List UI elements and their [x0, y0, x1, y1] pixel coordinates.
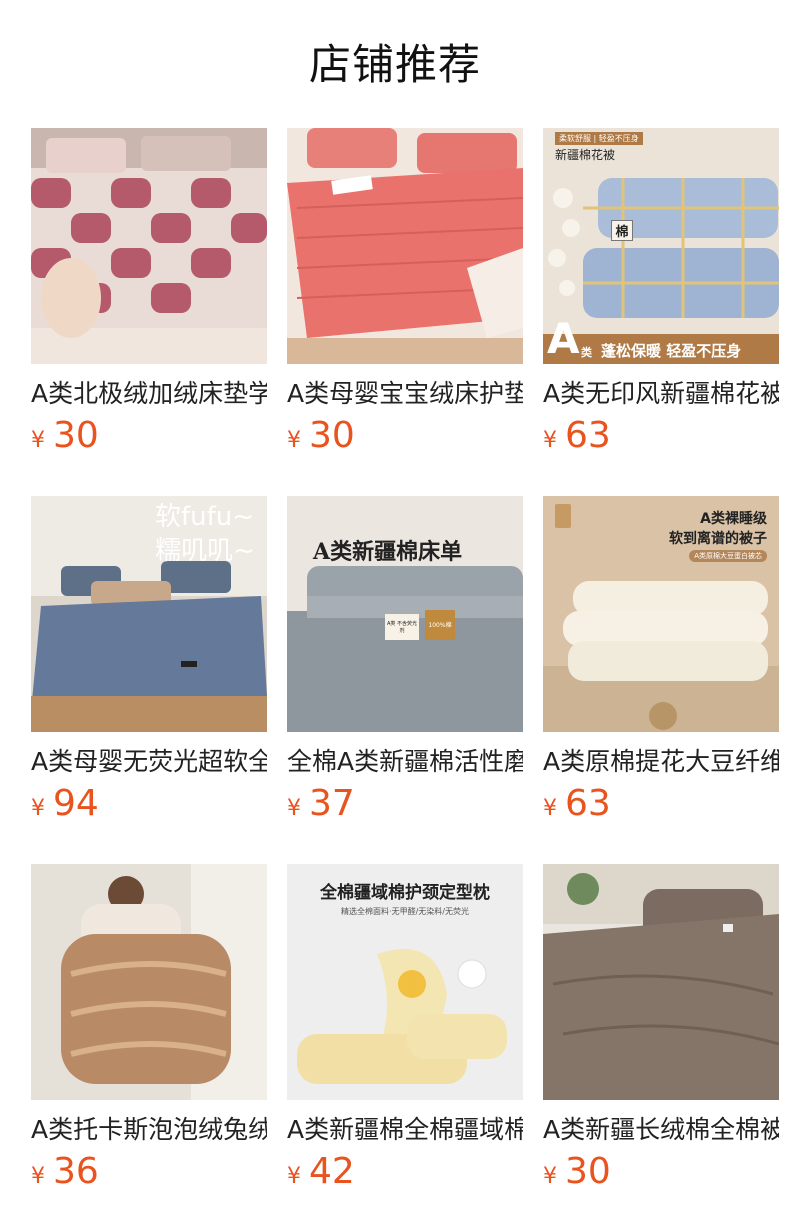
image-headline-2: 软到离谱的被子 — [669, 531, 767, 547]
product-image[interactable] — [31, 864, 267, 1100]
currency-symbol: ¥ — [31, 1164, 45, 1189]
product-card[interactable]: A类托卡斯泡泡绒兔绒 ¥36 — [31, 864, 267, 1198]
product-card[interactable]: A类北极绒加绒床垫学 ¥30 — [31, 128, 267, 462]
image-slogan-2: 糯叽叽~ — [155, 536, 255, 566]
product-price: ¥30 — [31, 416, 267, 462]
image-title: 新疆棉花被 — [555, 148, 616, 162]
price-value: 42 — [309, 1151, 355, 1192]
image-pill: A类原棉大豆蛋白被芯 — [689, 550, 767, 562]
product-price: ¥42 — [287, 1152, 523, 1198]
product-name[interactable]: A类无印风新疆棉花被 — [543, 378, 779, 410]
currency-symbol: ¥ — [543, 796, 557, 821]
image-banner: 蓬松保暖 轻盈不压身 — [601, 342, 742, 360]
product-card[interactable]: 软fufu~ 糯叽叽~ A类母婴无荧光超软全 ¥94 — [31, 496, 267, 830]
price-value: 36 — [53, 1151, 99, 1192]
price-value: 37 — [309, 783, 355, 824]
price-value: 63 — [565, 415, 611, 456]
currency-symbol: ¥ — [287, 1164, 301, 1189]
price-value: 30 — [309, 415, 355, 456]
price-value: 30 — [565, 1151, 611, 1192]
product-image[interactable]: 软fufu~ 糯叽叽~ — [31, 496, 267, 732]
currency-symbol: ¥ — [31, 796, 45, 821]
product-card[interactable]: A类新疆棉床单 A类 不含荧光剂 100%棉 全棉A类新疆棉活性磨 ¥37 — [287, 496, 523, 830]
product-card[interactable]: A类母婴宝宝绒床护垫 ¥30 — [287, 128, 523, 462]
image-title: 全棉疆域棉护颈定型枕 — [320, 883, 490, 903]
bedding-photo — [543, 864, 779, 1100]
product-price: ¥63 — [543, 784, 779, 830]
product-price: ¥30 — [543, 1152, 779, 1198]
product-name[interactable]: A类母婴宝宝绒床护垫 — [287, 378, 523, 410]
currency-symbol: ¥ — [287, 428, 301, 453]
image-label: A类 不含荧光剂 — [386, 621, 417, 634]
image-tag: 柔软舒服 | 轻盈不压身 — [555, 132, 643, 145]
product-image[interactable]: 全棉疆域棉护颈定型枕 精选全棉面料·无甲醛/无染料/无荧光 — [287, 864, 523, 1100]
product-image[interactable]: A类裸睡级 软到离谱的被子 A类原棉大豆蛋白被芯 — [543, 496, 779, 732]
currency-symbol: ¥ — [543, 428, 557, 453]
product-name[interactable]: A类母婴无荧光超软全 — [31, 746, 267, 778]
image-headline-1: A类裸睡级 — [700, 511, 767, 527]
currency-symbol: ¥ — [543, 1164, 557, 1189]
image-subtitle: 精选全棉面料·无甲醛/无染料/无荧光 — [341, 907, 469, 916]
product-price: ¥30 — [287, 416, 523, 462]
product-price: ¥94 — [31, 784, 267, 830]
image-title: A类新疆棉床单 — [313, 539, 463, 565]
product-price: ¥37 — [287, 784, 523, 830]
product-card[interactable]: 全棉疆域棉护颈定型枕 精选全棉面料·无甲醛/无染料/无荧光 A类新疆棉全棉疆域棉… — [287, 864, 523, 1198]
product-name[interactable]: A类托卡斯泡泡绒兔绒 — [31, 1114, 267, 1146]
product-price: ¥36 — [31, 1152, 267, 1198]
product-image[interactable] — [31, 128, 267, 364]
price-value: 63 — [565, 783, 611, 824]
product-name[interactable]: A类新疆长绒棉全棉被 — [543, 1114, 779, 1146]
section-title: 店铺推荐 — [308, 40, 481, 89]
product-name[interactable]: 全棉A类新疆棉活性磨 — [287, 746, 523, 778]
currency-symbol: ¥ — [31, 428, 45, 453]
product-price: ¥63 — [543, 416, 779, 462]
image-badge: 棉 — [611, 220, 633, 241]
price-value: 30 — [53, 415, 99, 456]
product-card[interactable]: A类新疆长绒棉全棉被 ¥30 — [543, 864, 779, 1198]
product-card[interactable]: 柔软舒服 | 轻盈不压身 新疆棉花被 棉 A 类 蓬松保暖 轻盈不压身 A类无印… — [543, 128, 779, 462]
product-name[interactable]: A类北极绒加绒床垫学 — [31, 378, 267, 410]
product-card[interactable]: A类裸睡级 软到离谱的被子 A类原棉大豆蛋白被芯 A类原棉提花大豆纤维 ¥63 — [543, 496, 779, 830]
product-image[interactable] — [287, 128, 523, 364]
blanket-photo — [31, 864, 267, 1100]
product-image[interactable]: 柔软舒服 | 轻盈不压身 新疆棉花被 棉 A 类 蓬松保暖 轻盈不压身 — [543, 128, 779, 364]
product-image[interactable]: A类新疆棉床单 A类 不含荧光剂 100%棉 — [287, 496, 523, 732]
image-label: 100%棉 — [428, 622, 452, 629]
product-name[interactable]: A类原棉提花大豆纤维 — [543, 746, 779, 778]
image-slogan-1: 软fufu~ — [155, 502, 255, 532]
product-image[interactable] — [543, 864, 779, 1100]
currency-symbol: ¥ — [287, 796, 301, 821]
mattress-photo — [31, 128, 267, 364]
product-name[interactable]: A类新疆棉全棉疆域棉 — [287, 1114, 523, 1146]
mattress-photo — [287, 128, 523, 364]
price-value: 94 — [53, 783, 99, 824]
sheet-photo — [287, 496, 523, 732]
